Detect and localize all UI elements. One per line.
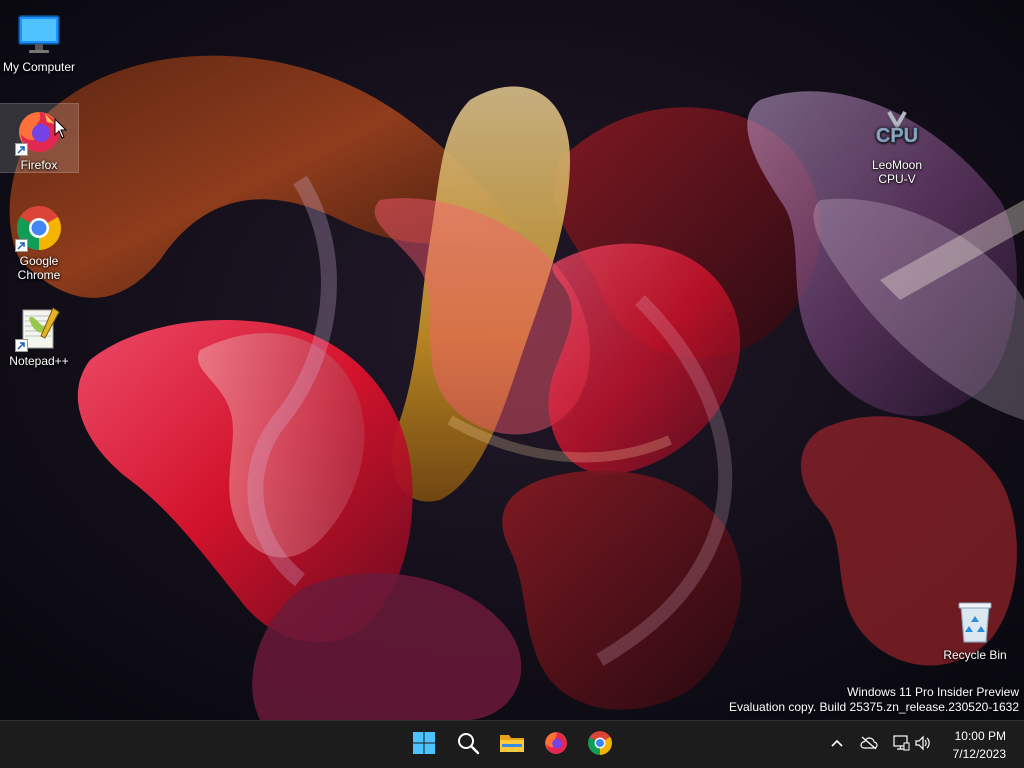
- desktop[interactable]: My Computer Firefox Google Chrome Notepa…: [0, 0, 1024, 720]
- volume-icon: [914, 735, 932, 756]
- desktop-icon-notepad-plus-plus[interactable]: Notepad++: [0, 300, 78, 372]
- taskbar-chrome-button[interactable]: [580, 725, 620, 765]
- desktop-icon-label: My Computer: [2, 60, 76, 74]
- desktop-icon-label: Firefox: [20, 158, 58, 172]
- shortcut-arrow-icon: [15, 239, 28, 252]
- file-explorer-button[interactable]: [492, 725, 532, 765]
- desktop-icon-leomoon-cpu-v[interactable]: CPU LeoMoon CPU-V: [858, 104, 936, 190]
- desktop-icon-google-chrome[interactable]: Google Chrome: [0, 200, 78, 286]
- desktop-icon-label: Notepad++: [9, 354, 69, 368]
- desktop-icon-label: LeoMoon CPU-V: [871, 158, 923, 186]
- file-explorer-icon: [499, 731, 525, 760]
- recycle-bin-icon: [951, 598, 999, 646]
- taskbar-clock[interactable]: 10:00 PM 7/12/2023: [953, 727, 1006, 763]
- taskbar: 10:00 PM 7/12/2023: [0, 720, 1024, 768]
- onedrive-tray-button[interactable]: [858, 733, 880, 757]
- chrome-icon: [587, 730, 613, 761]
- os-evaluation-watermark: Windows 11 Pro Insider Preview Evaluatio…: [729, 685, 1019, 715]
- network-icon: [892, 734, 910, 756]
- desktop-icon-my-computer[interactable]: My Computer: [0, 6, 78, 78]
- network-tray-button[interactable]: [890, 733, 912, 757]
- firefox-icon: [543, 730, 569, 761]
- volume-tray-button[interactable]: [912, 733, 934, 757]
- cpu-logo-text: CPU: [876, 125, 918, 147]
- desktop-icon-recycle-bin[interactable]: Recycle Bin: [936, 594, 1014, 666]
- start-button[interactable]: [404, 725, 444, 765]
- watermark-line-build: Evaluation copy. Build 25375.zn_release.…: [729, 700, 1019, 714]
- onedrive-offline-icon: [860, 736, 878, 755]
- watermark-line-edition: Windows 11 Pro Insider Preview: [847, 685, 1019, 699]
- chevron-up-icon: [830, 736, 844, 755]
- desktop-icon-label: Recycle Bin: [943, 648, 1007, 662]
- show-hidden-icons-button[interactable]: [826, 733, 848, 757]
- shortcut-arrow-icon: [15, 339, 28, 352]
- shortcut-arrow-icon: [15, 143, 28, 156]
- search-icon: [456, 731, 480, 760]
- cpu-v-icon: CPU: [873, 108, 921, 156]
- taskbar-firefox-button[interactable]: [536, 725, 576, 765]
- search-button[interactable]: [448, 725, 488, 765]
- mouse-cursor-icon: [54, 117, 68, 145]
- desktop-icon-label: Google Chrome: [17, 254, 61, 282]
- chrome-icon: [15, 204, 63, 252]
- clock-time: 10:00 PM: [954, 729, 1006, 743]
- clock-date: 7/12/2023: [952, 747, 1006, 761]
- windows-start-icon: [412, 731, 436, 760]
- monitor-icon: [15, 10, 63, 58]
- notepad-plus-plus-icon: [15, 304, 63, 352]
